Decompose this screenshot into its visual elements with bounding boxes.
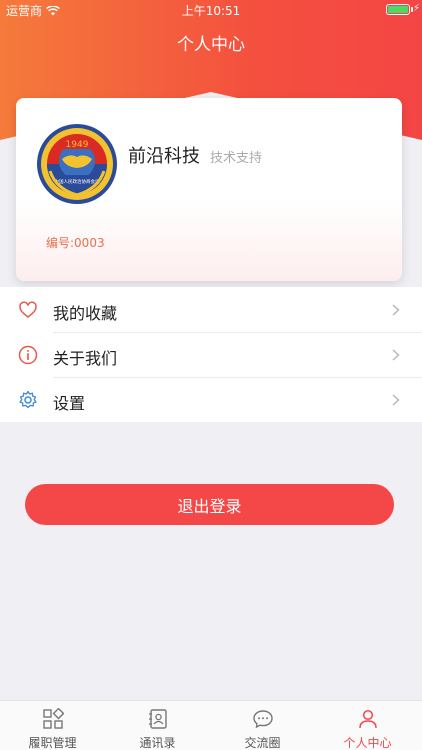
battery-icon [386,4,410,15]
tab-contacts[interactable]: 通讯录 [105,701,210,750]
tab-community[interactable]: 交流圈 [210,701,315,750]
emblem-text: 中国人民政治协商会议 [55,178,100,185]
menu-label-about: 关于我们 [53,349,118,368]
menu-label-favorites: 我的收藏 [53,304,118,323]
member-id: 编号:0003 [46,236,105,250]
grid-icon [43,708,64,729]
chat-icon [253,710,273,729]
chevron-right-icon [392,304,400,316]
company-name: 前沿科技 [128,146,200,167]
person-icon [359,709,377,729]
tab-label: 交流圈 [244,736,281,750]
chevron-right-icon [392,349,400,361]
menu-list: 我的收藏 关于我们 设置 [0,287,422,422]
page-title: 个人中心 [177,35,245,55]
charging-icon: ⚡ [412,3,420,14]
logout-button[interactable]: 退出登录 [25,484,394,525]
status-bar: 运营商 上午10:51 ⚡ [0,0,422,20]
menu-label-settings: 设置 [53,394,86,413]
support-label: 技术支持 [210,151,263,166]
info-icon [18,345,38,365]
chevron-right-icon [392,394,400,406]
tab-label: 个人中心 [343,736,392,750]
cppcc-emblem-icon: 1949 中国人民政治协商会议 [37,124,117,204]
contacts-icon [149,709,167,729]
gear-icon [19,390,37,409]
status-time: 上午10:51 [181,4,241,18]
tab-label: 通讯录 [139,736,176,750]
heart-icon [19,301,37,318]
emblem-year: 1949 [66,140,89,150]
menu-item-about[interactable]: 关于我们 [0,332,422,377]
tab-bar: 履职管理 通讯录 交流圈 个人中心 [0,700,422,750]
tab-duty-management[interactable]: 履职管理 [0,701,105,750]
menu-item-settings[interactable]: 设置 [0,377,422,422]
tab-profile[interactable]: 个人中心 [315,701,420,750]
menu-item-favorites[interactable]: 我的收藏 [0,287,422,332]
profile-card[interactable]: 1949 中国人民政治协商会议 前沿科技 技术支持 编号:0003 [16,98,402,281]
tab-label: 履职管理 [28,736,77,750]
